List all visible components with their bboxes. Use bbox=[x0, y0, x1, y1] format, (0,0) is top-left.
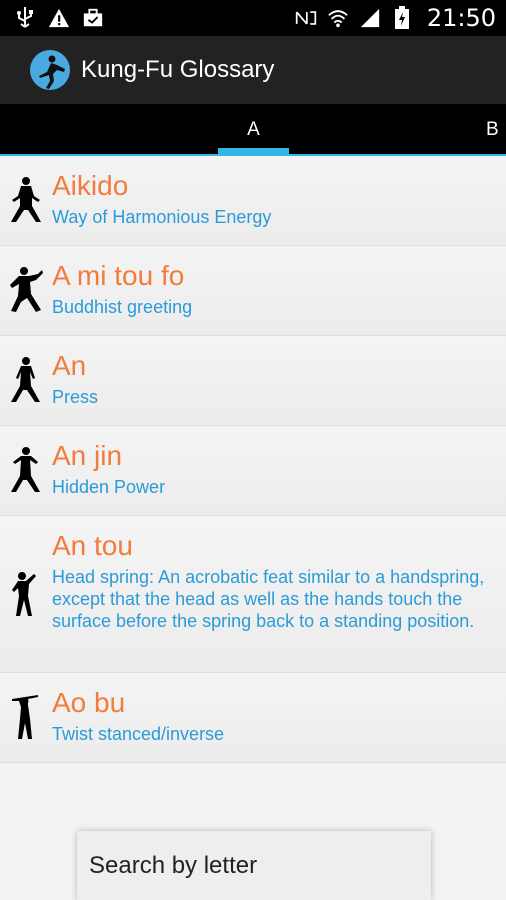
wifi-icon bbox=[327, 6, 349, 30]
briefcase-icon bbox=[82, 6, 104, 30]
battery-icon bbox=[391, 6, 413, 30]
list-item[interactable]: An jin Hidden Power bbox=[0, 426, 506, 516]
entry-definition: Way of Harmonious Energy bbox=[52, 207, 272, 227]
search-by-letter-label: Search by letter bbox=[89, 851, 258, 879]
warning-icon bbox=[48, 6, 70, 30]
list-item[interactable]: An Press bbox=[0, 336, 506, 426]
usb-icon bbox=[14, 6, 36, 30]
kung-fu-figure-icon bbox=[11, 177, 41, 222]
tab-a[interactable]: A bbox=[218, 104, 289, 156]
list-item[interactable]: A mi tou fo Buddhist greeting bbox=[0, 246, 506, 336]
entry-term: An bbox=[52, 350, 87, 381]
status-bar: 21:50 bbox=[0, 0, 506, 36]
entry-term: Ao bu bbox=[52, 687, 126, 718]
tab-a-label: A bbox=[247, 119, 260, 140]
glossary-list: Aikido Way of Harmonious Energy A mi tou… bbox=[0, 156, 506, 763]
clock: 21:50 bbox=[426, 4, 496, 32]
app-title: Kung-Fu Glossary bbox=[81, 56, 275, 83]
kung-fu-figure-icon bbox=[10, 267, 43, 312]
list-item[interactable]: Ao bu Twist stanced/inverse bbox=[0, 673, 506, 763]
entry-term: A mi tou fo bbox=[52, 260, 185, 291]
entry-term: An jin bbox=[52, 440, 123, 471]
list-item[interactable]: Aikido Way of Harmonious Energy bbox=[0, 156, 506, 246]
entry-definition: Press bbox=[52, 387, 99, 407]
tab-b[interactable]: B bbox=[480, 104, 506, 156]
action-bar: Kung-Fu Glossary bbox=[0, 36, 506, 104]
search-by-letter-button[interactable]: Search by letter bbox=[77, 831, 431, 900]
entry-definition: Twist stanced/inverse bbox=[52, 724, 225, 744]
entry-definition: Head spring: An acrobatic feat similar t… bbox=[52, 567, 485, 631]
kung-fu-figure-icon bbox=[11, 357, 40, 402]
tab-b-label: B bbox=[486, 119, 499, 140]
kung-fu-figure-icon bbox=[11, 447, 40, 492]
kung-fu-figure-icon bbox=[12, 695, 38, 739]
kung-fu-figure-icon bbox=[12, 572, 36, 616]
entry-term: Aikido bbox=[52, 170, 129, 201]
signal-icon bbox=[359, 6, 381, 30]
nfc-icon bbox=[295, 6, 317, 30]
app-logo-icon[interactable] bbox=[30, 50, 70, 90]
list-item[interactable]: An tou Head spring: An acrobatic feat si… bbox=[0, 516, 506, 673]
entry-definition: Hidden Power bbox=[52, 477, 166, 497]
entry-definition: Buddhist greeting bbox=[52, 297, 193, 317]
letter-tabs: A B bbox=[0, 104, 506, 156]
entry-term: An tou bbox=[52, 530, 133, 561]
